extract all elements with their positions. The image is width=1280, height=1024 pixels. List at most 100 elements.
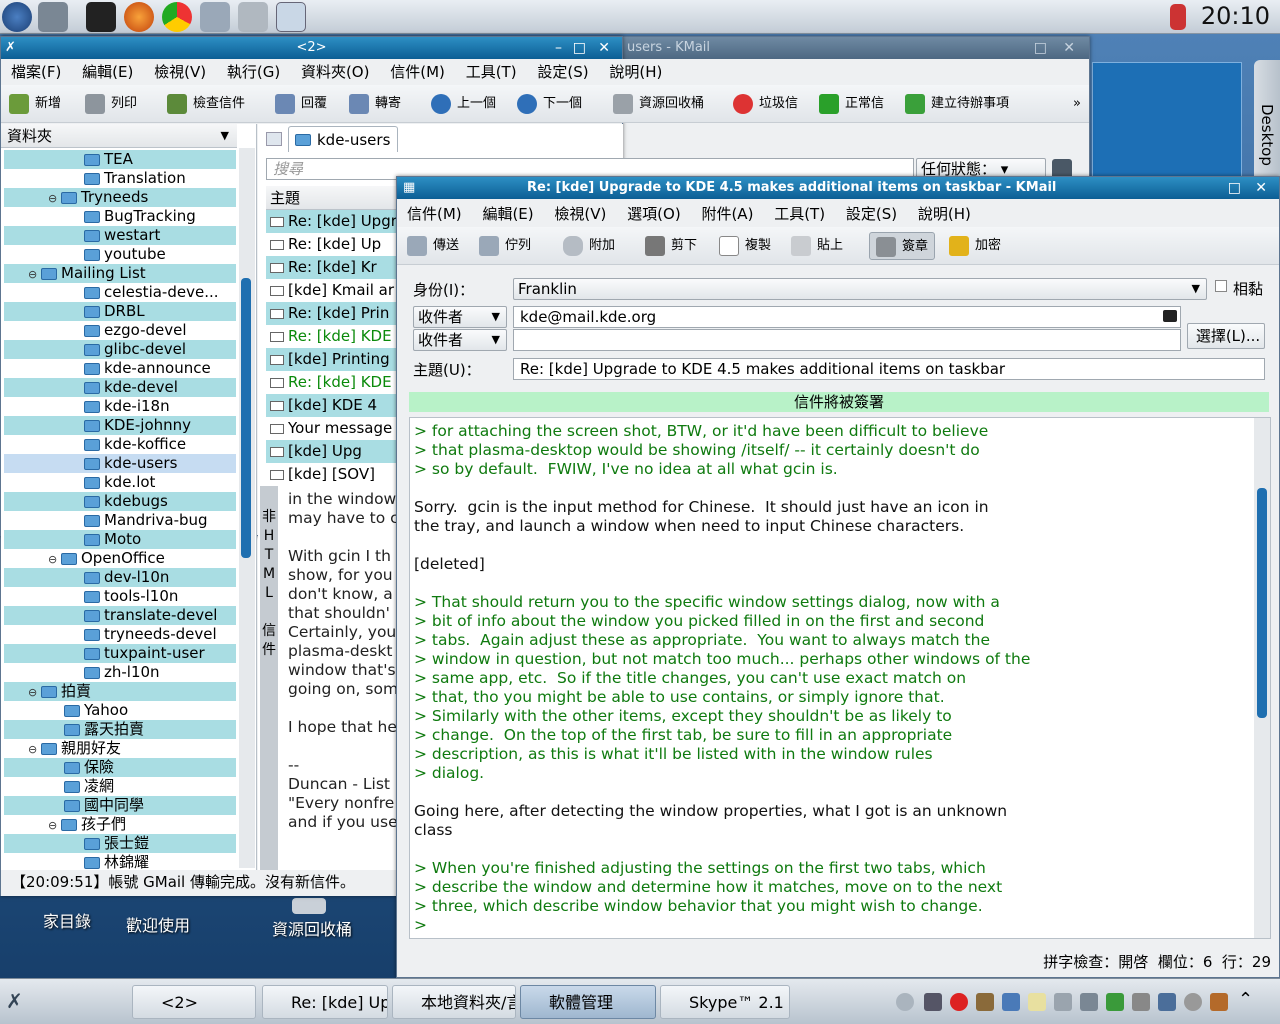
package-icon[interactable] [976,993,994,1011]
recipient-field[interactable]: kde@mail.kde.org [513,306,1181,328]
folder-item[interactable]: kde-devel [4,378,236,397]
close-icon[interactable]: ✕ [1063,40,1075,56]
folder-item[interactable]: ⊖ 拍賣 [4,682,236,701]
folder-item[interactable]: TEA [4,150,236,169]
chrome-icon[interactable] [162,2,192,32]
menu-settings[interactable]: 設定(S) [537,63,588,81]
menu-help[interactable]: 說明(H) [609,63,662,81]
tools-icon[interactable] [238,2,268,32]
folder-item[interactable]: dev-l10n [4,568,236,587]
trash-label[interactable]: 資源回收桶 [254,916,370,940]
identity-combo[interactable]: Franklin ▼ [513,278,1207,300]
device-icon[interactable] [1080,993,1098,1011]
cut-button[interactable]: 剪下 [645,235,697,257]
composer-app-icon[interactable]: ▦ [403,177,415,199]
folder-item[interactable]: kde-announce [4,359,236,378]
task-local-folders[interactable]: 本地資料夾/言 [392,985,516,1019]
alert-icon[interactable] [950,993,968,1011]
folder-item[interactable]: Moto [4,530,236,549]
folder-item[interactable]: kde-users [4,454,236,473]
skype-tray-icon[interactable] [1106,993,1124,1011]
recipient-type-combo-2[interactable]: 收件者 ▼ [413,329,507,351]
volume-icon[interactable] [1132,993,1150,1011]
message-row[interactable]: [kde] KDE 4 [266,394,396,417]
reply-button[interactable]: 回覆 [275,93,327,115]
next-button[interactable]: 下一個 [517,93,582,115]
folder-item[interactable]: 凌網 [4,777,236,796]
body-scroll-thumb[interactable] [1257,488,1267,718]
task-kmail[interactable]: <2> [132,985,256,1019]
folder-item[interactable]: zh-l10n [4,663,236,682]
menu-edit[interactable]: 編輯(E) [482,205,533,223]
folder-item[interactable]: Yahoo [4,701,236,720]
paste-button[interactable]: 貼上 [791,235,843,257]
folder-item[interactable]: kdebugs [4,492,236,511]
folder-scrollbar[interactable] [239,148,255,868]
folder-item[interactable]: kde-i18n [4,397,236,416]
message-row[interactable]: [kde] Printing [266,348,396,371]
message-row[interactable]: Re: [kde] KDE [266,371,396,394]
remote-desktop-icon[interactable] [200,2,230,32]
kde-menu-icon[interactable] [2,2,32,32]
attach-button[interactable]: 附加 [563,235,615,257]
encrypt-button[interactable]: 加密 [949,235,1001,257]
folder-item[interactable]: KDE-johnny [4,416,236,435]
folder-item[interactable]: 露天拍賣 [4,720,236,739]
message-row[interactable]: Re: [kde] KDE [266,325,396,348]
collapse-icon[interactable]: ⊖ [28,683,38,702]
maximize-icon[interactable]: □ [573,40,586,56]
folder-header[interactable]: 資料夾 ▼ [1,124,237,148]
close-icon[interactable]: ✕ [1255,180,1267,196]
previous-button[interactable]: 上一個 [431,93,496,115]
message-row[interactable]: Re: [kde] Up [266,233,396,256]
menu-settings[interactable]: 設定(S) [846,205,897,223]
folder-item[interactable]: ⊖ 親朋好友 [4,739,236,758]
restore-icon[interactable]: □ [1034,40,1047,56]
menu-go[interactable]: 執行(G) [227,63,280,81]
battery-icon[interactable] [1158,993,1176,1011]
collapse-icon[interactable]: ⊖ [48,816,58,835]
tab-kde-users[interactable]: kde-users [288,126,398,152]
kmail-app-icon[interactable]: ✗ [5,37,16,59]
new-button[interactable]: 新增 [9,93,61,115]
message-row[interactable]: [kde] Upg [266,440,396,463]
folder-item[interactable]: ⊖ OpenOffice [4,549,236,568]
menu-message[interactable]: 信件(M) [407,205,462,223]
network-icon[interactable] [1002,993,1020,1011]
menu-message[interactable]: 信件(M) [390,63,445,81]
text-editor-icon[interactable] [276,2,306,32]
message-row[interactable]: Re: [kde] Prin [266,302,396,325]
sign-button[interactable]: 簽章 [869,232,936,260]
disconnect-icon[interactable] [1184,993,1202,1011]
welcome-label[interactable]: 歡迎使用 [112,912,204,936]
create-todo-button[interactable]: 建立待辦事項 [905,93,1009,115]
message-row[interactable]: Re: [kde] Upgr [266,210,396,233]
choose-button[interactable]: 選擇(L)... [1187,323,1265,349]
desktop-grid-icon[interactable] [38,2,68,32]
folder-item[interactable]: ⊖ Tryneeds [4,188,236,207]
keyboard-layout-icon[interactable] [924,993,942,1011]
menu-help[interactable]: 說明(H) [918,205,971,223]
clear-field-icon[interactable] [1163,310,1177,322]
message-row[interactable]: Your message [266,417,396,440]
menu-edit[interactable]: 編輯(E) [82,63,133,81]
collapse-icon[interactable]: ⊖ [28,740,38,759]
maximize-icon[interactable]: □ [1228,180,1241,196]
spam-button[interactable]: 垃圾信 [733,93,798,115]
send-button[interactable]: 傳送 [407,235,459,257]
folder-item[interactable]: 保險 [4,758,236,777]
message-row[interactable]: [kde] Kmail ar [266,279,396,302]
folder-item[interactable]: youtube [4,245,236,264]
recipient-field-2[interactable] [513,329,1181,351]
home-label[interactable]: 家目錄 [30,908,104,932]
folder-item[interactable]: ezgo-devel [4,321,236,340]
copy-button[interactable]: 複製 [719,235,771,257]
check-mail-button[interactable]: 檢查信件 [167,93,245,115]
folder-item[interactable]: celestia-deve... [4,283,236,302]
subject-field[interactable]: Re: [kde] Upgrade to KDE 4.5 makes addit… [513,358,1265,380]
collapse-icon[interactable]: ⊖ [28,265,38,284]
menu-attach[interactable]: 附件(A) [701,205,753,223]
folder-scroll-thumb[interactable] [241,278,251,558]
update-icon[interactable] [1210,993,1228,1011]
trash-button[interactable]: 資源回收桶 [613,93,704,115]
